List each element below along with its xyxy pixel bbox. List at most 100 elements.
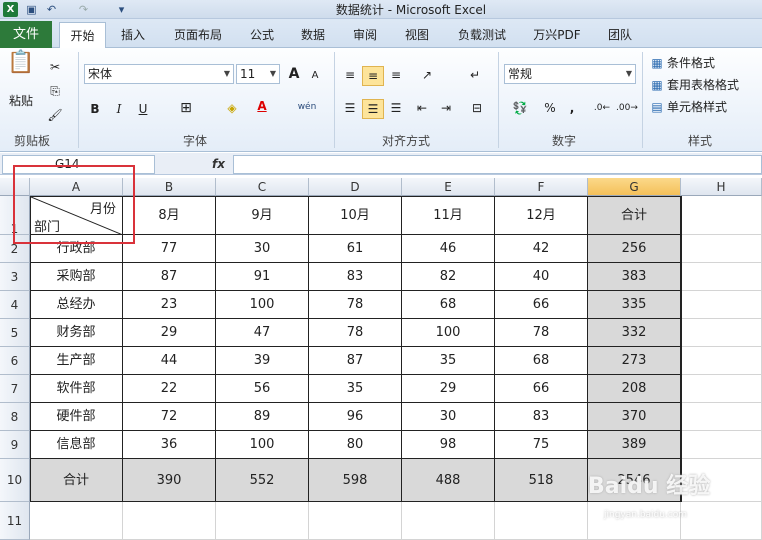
tab-data[interactable]: 数据 [293,22,333,48]
empty-cell[interactable] [681,403,762,431]
value-cell[interactable]: 273 [588,347,681,375]
value-cell[interactable]: 100 [216,431,309,459]
value-cell[interactable]: 89 [216,403,309,431]
row-header-7[interactable]: 7 [0,375,30,403]
value-cell[interactable]: 98 [402,431,495,459]
value-cell[interactable]: 35 [309,375,402,403]
column-header-b[interactable]: B [123,178,216,196]
empty-cell[interactable] [216,502,309,540]
value-cell[interactable]: 83 [309,263,402,291]
value-cell[interactable]: 30 [216,235,309,263]
empty-cell[interactable] [402,502,495,540]
align-middle-icon[interactable]: ≡ [362,66,384,86]
tab-file[interactable]: 文件 [0,21,52,48]
dept-cell[interactable]: 软件部 [30,375,123,403]
empty-cell[interactable] [681,319,762,347]
tab-pdf[interactable]: 万兴PDF [526,22,588,48]
copy-icon[interactable]: ⎘ [46,82,64,100]
paste-icon[interactable]: 📋 [6,52,36,86]
select-all-corner[interactable] [0,178,30,196]
value-cell[interactable]: 68 [402,291,495,319]
value-cell[interactable]: 80 [309,431,402,459]
insert-function-button[interactable]: fx [212,157,225,171]
empty-cell[interactable] [495,502,588,540]
empty-cell[interactable] [309,502,402,540]
month-header-cell[interactable]: 9月 [216,196,309,235]
increase-indent-icon[interactable]: ⇥ [436,99,456,117]
borders-icon[interactable]: ⊞ [174,99,198,117]
empty-cell[interactable] [681,235,762,263]
value-cell[interactable]: 91 [216,263,309,291]
row-header-9[interactable]: 9 [0,431,30,459]
decrease-decimal-icon[interactable]: .00→ [616,99,638,117]
value-cell[interactable]: 87 [309,347,402,375]
italic-button[interactable]: I [110,100,128,118]
formula-input[interactable] [233,155,762,174]
tab-view[interactable]: 视图 [397,22,437,48]
empty-cell[interactable] [681,502,762,540]
align-bottom-icon[interactable]: ≡ [386,66,406,84]
month-header-cell[interactable]: 10月 [309,196,402,235]
value-cell[interactable]: 61 [309,235,402,263]
column-header-c[interactable]: C [216,178,309,196]
empty-cell[interactable] [681,431,762,459]
dept-cell[interactable]: 财务部 [30,319,123,347]
value-cell[interactable]: 256 [588,235,681,263]
empty-cell[interactable] [681,263,762,291]
number-format-select[interactable]: 常规 ▼ [504,64,636,84]
total-value-cell[interactable]: 488 [402,459,495,502]
align-left-icon[interactable]: ☰ [340,99,360,117]
value-cell[interactable]: 87 [123,263,216,291]
cell-styles-button[interactable]: 单元格样式 [667,98,747,116]
cell-styles-icon[interactable]: ▤ [650,98,664,116]
dept-cell[interactable]: 采购部 [30,263,123,291]
total-value-cell[interactable]: 390 [123,459,216,502]
row-header-1[interactable]: 1 [0,196,30,236]
tab-review[interactable]: 审阅 [345,22,385,48]
column-header-a[interactable]: A [30,178,123,196]
row-header-6[interactable]: 6 [0,347,30,375]
dept-cell[interactable]: 总经办 [30,291,123,319]
conditional-format-icon[interactable]: ▦ [650,54,664,72]
row-header-3[interactable]: 3 [0,263,30,291]
tab-load-test[interactable]: 负载测试 [450,22,514,48]
percent-button[interactable]: % [540,99,560,117]
increase-decimal-icon[interactable]: .0← [592,99,612,117]
value-cell[interactable]: 208 [588,375,681,403]
align-right-icon[interactable]: ☰ [386,99,406,117]
value-cell[interactable]: 23 [123,291,216,319]
merge-center-icon[interactable]: ⊟ [464,99,490,117]
empty-cell[interactable] [123,502,216,540]
value-cell[interactable]: 78 [309,291,402,319]
value-cell[interactable]: 100 [216,291,309,319]
row-header-8[interactable]: 8 [0,403,30,431]
font-size-select[interactable]: 11 ▼ [236,64,280,84]
tab-home[interactable]: 开始 [59,22,106,49]
total-label-cell[interactable]: 合计 [30,459,123,502]
month-header-cell[interactable]: 11月 [402,196,495,235]
value-cell[interactable]: 66 [495,375,588,403]
column-header-d[interactable]: D [309,178,402,196]
decrease-indent-icon[interactable]: ⇤ [412,99,432,117]
dept-cell[interactable]: 硬件部 [30,403,123,431]
value-cell[interactable]: 39 [216,347,309,375]
value-cell[interactable]: 78 [309,319,402,347]
month-header-cell[interactable]: 12月 [495,196,588,235]
value-cell[interactable]: 40 [495,263,588,291]
value-cell[interactable]: 100 [402,319,495,347]
grow-font-button[interactable]: A [286,65,302,83]
column-header-g[interactable]: G [588,178,681,196]
conditional-format-button[interactable]: 条件格式 [667,54,737,72]
value-cell[interactable]: 68 [495,347,588,375]
value-cell[interactable]: 46 [402,235,495,263]
cut-icon[interactable]: ✂ [46,58,64,76]
total-value-cell[interactable]: 518 [495,459,588,502]
month-header-cell[interactable]: 合计 [588,196,681,235]
tab-formulas[interactable]: 公式 [242,22,282,48]
wrap-text-icon[interactable]: ↵ [464,66,486,84]
value-cell[interactable]: 78 [495,319,588,347]
tab-team[interactable]: 团队 [600,22,640,48]
value-cell[interactable]: 77 [123,235,216,263]
format-painter-icon[interactable]: 🖌 [46,106,64,124]
tab-insert[interactable]: 插入 [112,22,154,48]
